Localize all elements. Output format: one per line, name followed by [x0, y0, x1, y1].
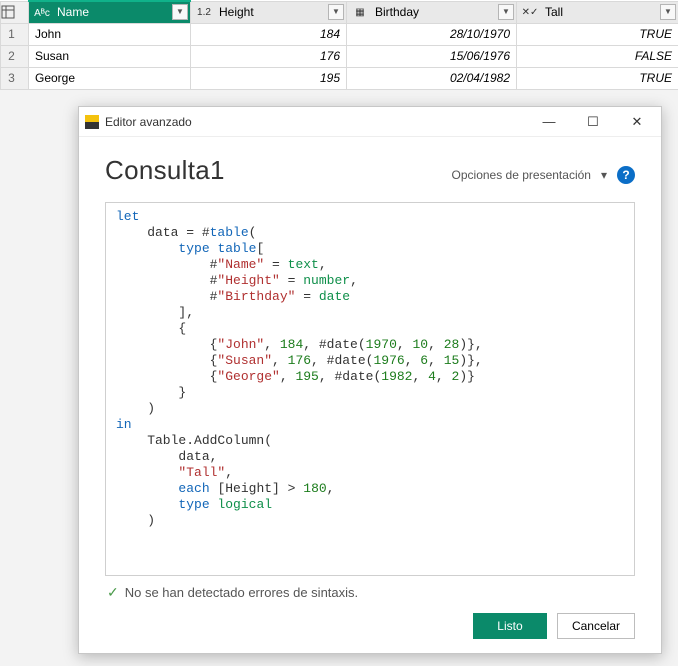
column-header-birthday[interactable]: ▦ Birthday ▼ — [347, 1, 517, 23]
dialog-title: Editor avanzado — [105, 115, 527, 129]
row-number: 2 — [1, 45, 29, 67]
date-icon: ▦ — [351, 5, 369, 21]
column-header-label: Height — [219, 5, 254, 19]
table-row[interactable]: 1 John 184 28/10/1970 TRUE — [1, 23, 678, 45]
cell-name[interactable]: Susan — [29, 45, 191, 67]
minimize-button[interactable]: — — [527, 108, 571, 136]
cell-height[interactable]: 184 — [191, 23, 347, 45]
syntax-status: ✓ No se han detectado errores de sintaxi… — [105, 576, 635, 603]
text-icon: Aᴮc — [33, 5, 51, 21]
row-number: 3 — [1, 67, 29, 89]
done-button[interactable]: Listo — [473, 613, 547, 639]
column-filter-dropdown[interactable]: ▼ — [498, 4, 514, 20]
column-header-label: Name — [57, 5, 89, 19]
column-filter-dropdown[interactable]: ▼ — [660, 4, 676, 20]
data-grid: Aᴮc Name ▼ 1.2 Height ▼ ▦ Birthday ▼ ✕✓ … — [0, 0, 678, 90]
column-header-height[interactable]: 1.2 Height ▼ — [191, 1, 347, 23]
cell-tall[interactable]: TRUE — [517, 23, 678, 45]
column-filter-dropdown[interactable]: ▼ — [328, 4, 344, 20]
cell-name[interactable]: John — [29, 23, 191, 45]
cell-name[interactable]: George — [29, 67, 191, 89]
column-header-label: Birthday — [375, 5, 419, 19]
code-editor[interactable]: let data = #table( type table[ #"Name" =… — [105, 202, 635, 576]
table-icon — [1, 5, 22, 19]
cell-birthday[interactable]: 02/04/1982 — [347, 67, 517, 89]
row-number-header[interactable] — [1, 1, 29, 23]
cell-birthday[interactable]: 15/06/1976 — [347, 45, 517, 67]
cancel-button[interactable]: Cancelar — [557, 613, 635, 639]
cell-tall[interactable]: TRUE — [517, 67, 678, 89]
syntax-message: No se han detectado errores de sintaxis. — [125, 585, 358, 600]
column-filter-dropdown[interactable]: ▼ — [172, 4, 188, 20]
advanced-editor-dialog: Editor avanzado — ☐ ✕ Consulta1 Opciones… — [78, 106, 662, 654]
check-icon: ✓ — [107, 584, 119, 601]
column-header-label: Tall — [545, 5, 563, 19]
cell-height[interactable]: 176 — [191, 45, 347, 67]
data-grid-header-row: Aᴮc Name ▼ 1.2 Height ▼ ▦ Birthday ▼ ✕✓ … — [1, 1, 678, 23]
display-options-dropdown[interactable]: Opciones de presentación ▾ ? — [452, 166, 635, 184]
dialog-titlebar[interactable]: Editor avanzado — ☐ ✕ — [79, 107, 661, 137]
logical-icon: ✕✓ — [521, 5, 539, 21]
close-button[interactable]: ✕ — [615, 108, 659, 136]
column-header-tall[interactable]: ✕✓ Tall ▼ — [517, 1, 678, 23]
table-row[interactable]: 2 Susan 176 15/06/1976 FALSE — [1, 45, 678, 67]
code-content[interactable]: let data = #table( type table[ #"Name" =… — [106, 209, 634, 529]
column-header-name[interactable]: Aᴮc Name ▼ — [29, 1, 191, 23]
cell-birthday[interactable]: 28/10/1970 — [347, 23, 517, 45]
maximize-button[interactable]: ☐ — [571, 108, 615, 136]
display-options-label: Opciones de presentación — [452, 168, 591, 182]
power-query-logo-icon — [85, 115, 99, 129]
table-row[interactable]: 3 George 195 02/04/1982 TRUE — [1, 67, 678, 89]
row-number: 1 — [1, 23, 29, 45]
number-icon: 1.2 — [195, 5, 213, 21]
query-name: Consulta1 — [105, 155, 225, 186]
dialog-header-row: Consulta1 Opciones de presentación ▾ ? — [105, 155, 635, 186]
cell-tall[interactable]: FALSE — [517, 45, 678, 67]
cell-height[interactable]: 195 — [191, 67, 347, 89]
help-icon[interactable]: ? — [617, 166, 635, 184]
chevron-down-icon: ▾ — [601, 168, 607, 182]
dialog-button-row: Listo Cancelar — [105, 603, 635, 639]
dialog-body: Consulta1 Opciones de presentación ▾ ? l… — [79, 137, 661, 653]
